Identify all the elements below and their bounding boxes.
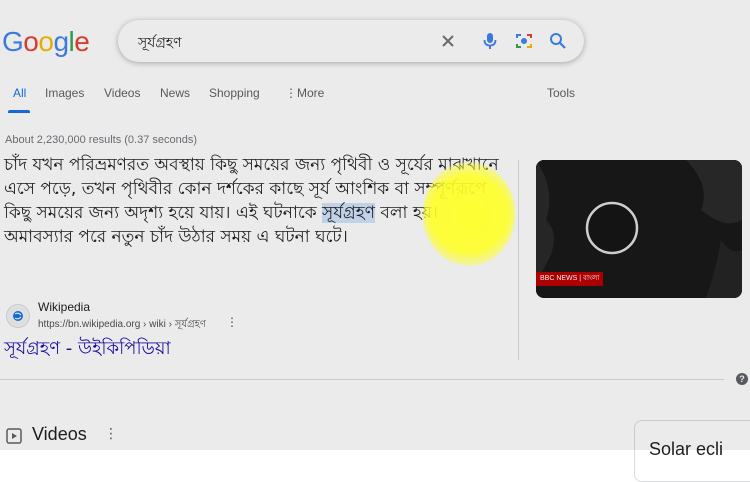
tab-more[interactable]: More (297, 86, 324, 100)
tools-button[interactable]: Tools (547, 86, 575, 100)
site-url: https://bn.wikipedia.org › wiki › সূর্যগ… (38, 319, 206, 330)
tab-all[interactable]: All (13, 86, 26, 100)
search-icon[interactable] (548, 31, 568, 51)
featured-snippet: চাঁদ যখন পরিভ্রমণরত অবস্থায় কিছু সময়ের… (4, 153, 504, 249)
result-source[interactable]: Wikipedia https://bn.wikipedia.org › wik… (6, 300, 266, 334)
bbc-badge: BBC NEWS | বাংলা (536, 272, 604, 286)
tab-news[interactable]: News (160, 86, 190, 100)
camera-search-icon[interactable] (514, 31, 534, 51)
search-tabs: All Images Videos News Shopping ⋮ More T… (0, 86, 750, 113)
video-play-icon (6, 428, 22, 444)
help-icon[interactable]: ? (736, 373, 748, 385)
divider (518, 160, 519, 360)
more-dots-icon[interactable]: ⋮ (285, 86, 297, 100)
tab-shopping[interactable]: Shopping (209, 86, 260, 100)
videos-heading: Videos (32, 424, 87, 444)
globe-icon (13, 311, 23, 321)
section-divider (0, 379, 724, 380)
tab-videos[interactable]: Videos (104, 86, 140, 100)
search-input[interactable]: সূর্যগ্রহণ (138, 31, 182, 55)
videos-options-icon[interactable]: ⋮ (104, 426, 118, 442)
result-options-icon[interactable]: ⋮ (226, 315, 238, 329)
google-logo[interactable]: Google (2, 26, 90, 58)
active-tab-indicator (8, 110, 30, 113)
wikipedia-favicon (6, 304, 30, 328)
knowledge-panel-card[interactable]: Solar ecli (634, 420, 750, 482)
microphone-icon[interactable] (480, 31, 500, 51)
snippet-highlight: সূর্যগ্রহণ (322, 203, 375, 223)
video-thumbnail[interactable]: BBC NEWS | বাংলা (536, 160, 742, 298)
result-stats: About 2,230,000 results (0.37 seconds) (5, 134, 198, 146)
result-title-link[interactable]: সূর্যগ্রহণ - উইকিপিডিয়া (4, 334, 171, 365)
site-name: Wikipedia (38, 300, 91, 314)
clear-icon[interactable] (438, 31, 458, 51)
search-box[interactable]: সূর্যগ্রহণ (118, 20, 584, 62)
tab-images[interactable]: Images (45, 86, 84, 100)
